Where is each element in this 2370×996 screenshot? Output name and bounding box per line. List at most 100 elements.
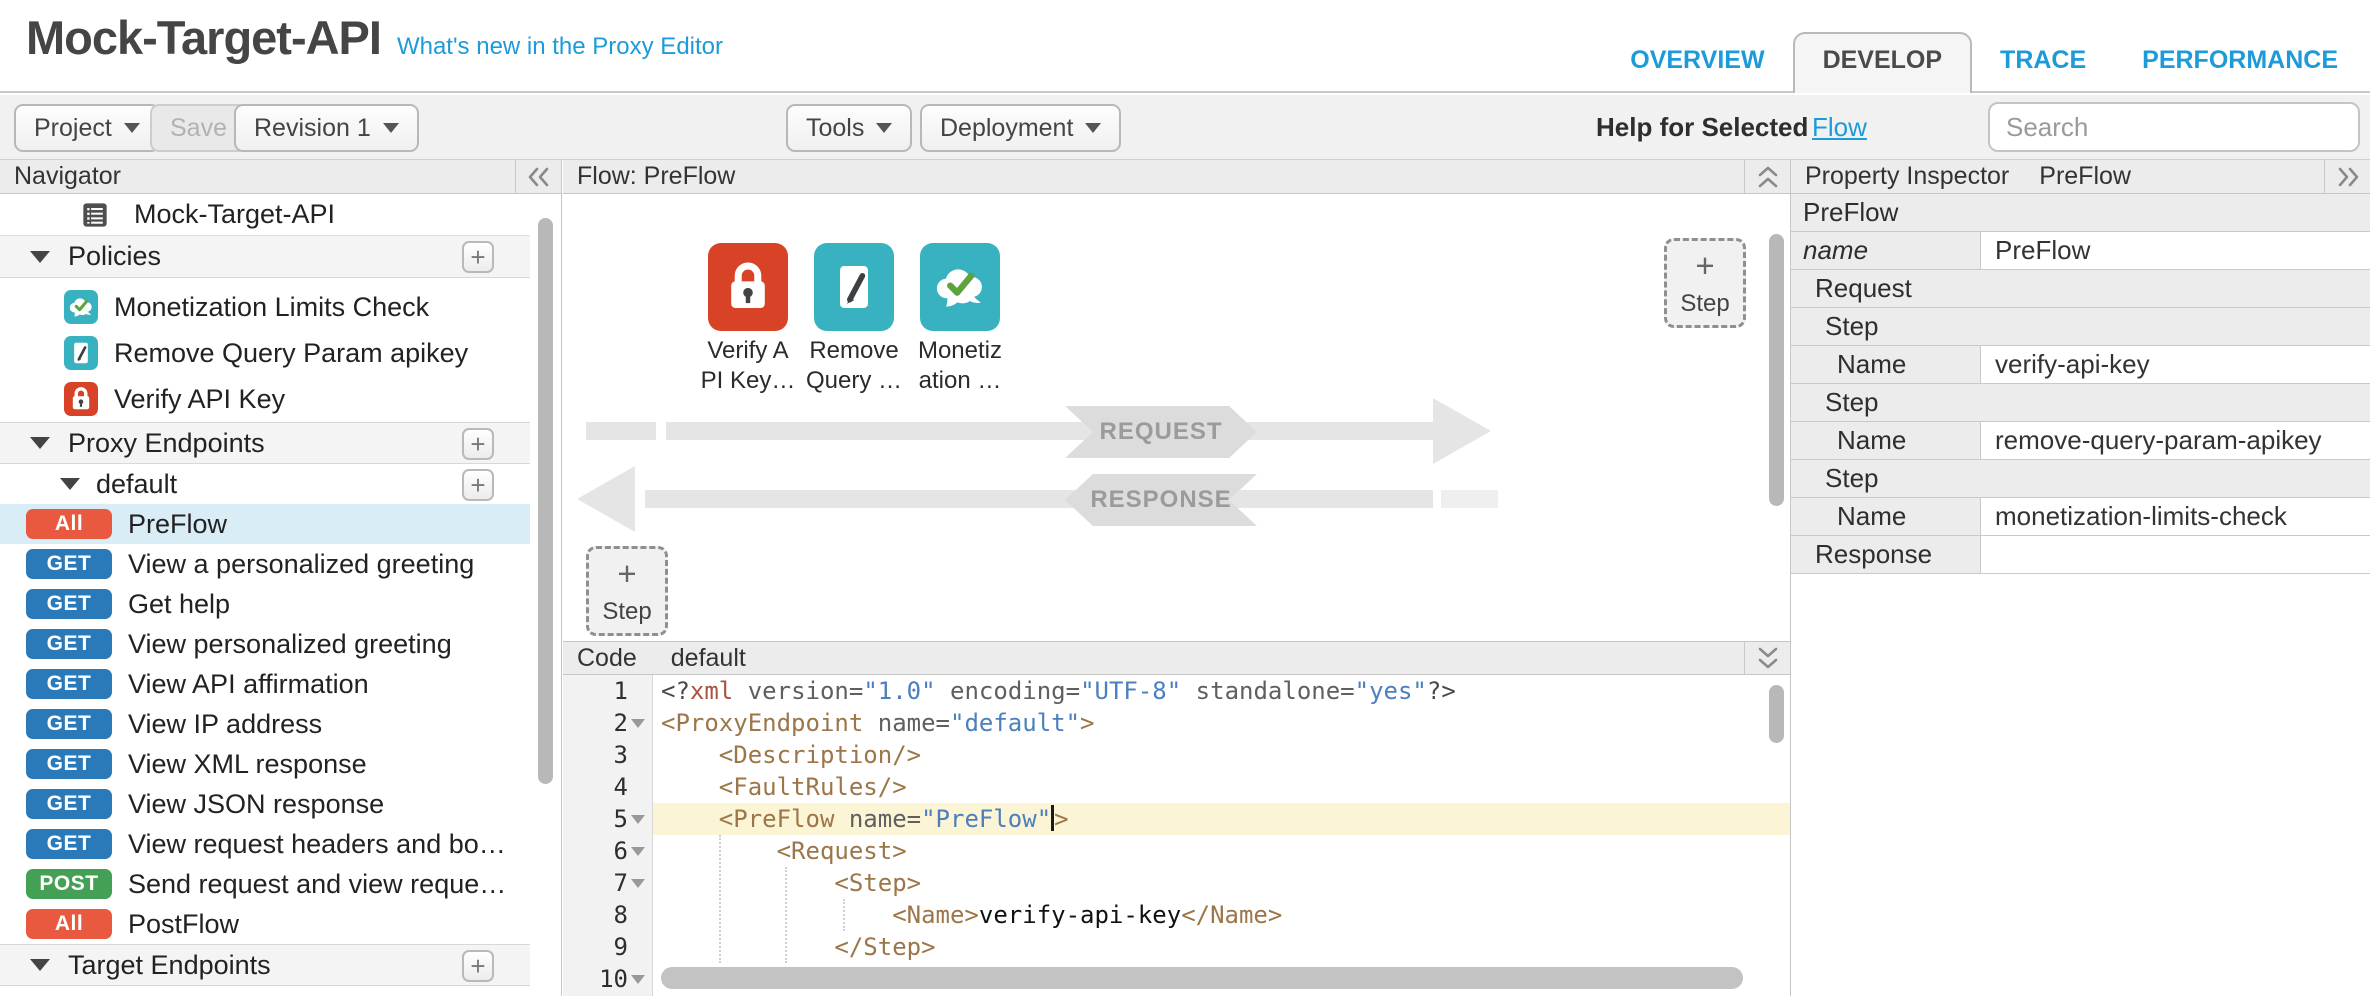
property-value[interactable]: remove-query-param-apikey [1981, 422, 2370, 459]
tools-dropdown[interactable]: Tools [786, 104, 912, 152]
request-flow-bar [586, 422, 656, 440]
tab-overview[interactable]: OVERVIEW [1602, 34, 1792, 91]
method-badge: GET [26, 669, 112, 699]
flow-help-link[interactable]: Flow [1812, 95, 1867, 160]
method-badge: POST [26, 869, 112, 899]
method-badge: GET [26, 749, 112, 779]
add-step-button-request[interactable]: + Step [1664, 238, 1746, 328]
code-line[interactable]: <?xml version="1.0" encoding="UTF-8" sta… [653, 675, 1790, 707]
flow-item[interactable]: GET View API affirmation [0, 664, 530, 704]
code-vertical-scrollbar[interactable] [1769, 685, 1784, 743]
code-line[interactable]: <FaultRules/> [653, 771, 1790, 803]
flow-policy-cloud-check-icon[interactable] [920, 243, 1000, 331]
tab-develop[interactable]: DEVELOP [1793, 32, 1972, 93]
code-content[interactable]: <?xml version="1.0" encoding="UTF-8" sta… [653, 675, 1790, 996]
add-conditional-flow-button[interactable]: + [462, 469, 494, 501]
search-input[interactable] [1988, 102, 2360, 152]
property-field-row: Name remove-query-param-apikey [1791, 422, 2370, 460]
chevron-double-right-icon [2334, 166, 2362, 188]
code-panel-title: Code [577, 644, 637, 673]
policy-item[interactable]: Verify API Key [0, 376, 530, 422]
policy-item[interactable]: Remove Query Param apikey [0, 330, 530, 376]
response-arrowhead-icon [577, 466, 635, 532]
property-section-row: PreFlow [1791, 194, 2370, 232]
main-tabs: OVERVIEW DEVELOP TRACE PERFORMANCE [1602, 32, 2366, 93]
endpoint-group-default[interactable]: default + [0, 464, 530, 504]
flow-panel-header: Flow: PreFlow [563, 160, 1790, 194]
method-badge: All [26, 909, 112, 939]
project-dropdown[interactable]: Project [14, 104, 160, 152]
code-line[interactable]: <Step> [653, 867, 1790, 899]
flow-policy-lock-icon[interactable] [708, 243, 788, 331]
navigator-tree: Mock-Target-API Policies + Monetization … [0, 194, 561, 996]
add-policy-button[interactable]: + [462, 241, 494, 273]
property-table: PreFlow name PreFlow Request Step Name v… [1791, 194, 2370, 574]
code-horizontal-scrollbar[interactable] [661, 967, 1743, 989]
tab-performance[interactable]: PERFORMANCE [2114, 34, 2366, 91]
line-number: 3 [563, 739, 652, 771]
response-flow-bar [645, 490, 1433, 508]
flow-scrollbar[interactable] [1769, 234, 1784, 506]
property-value[interactable] [1981, 536, 2370, 573]
caret-down-icon [30, 251, 50, 263]
fold-caret-icon[interactable] [631, 879, 645, 888]
code-collapse-button[interactable] [1744, 642, 1790, 674]
add-step-button-response[interactable]: + Step [586, 546, 668, 636]
tab-trace[interactable]: TRACE [1972, 34, 2114, 91]
section-policies[interactable]: Policies + [0, 236, 530, 278]
section-target-endpoints[interactable]: Target Endpoints + [0, 944, 530, 986]
code-line[interactable]: <Description/> [653, 739, 1790, 771]
code-line[interactable]: <ProxyEndpoint name="default"> [653, 707, 1790, 739]
flow-item[interactable]: GET View IP address [0, 704, 530, 744]
deployment-dropdown[interactable]: Deployment [920, 104, 1121, 152]
fold-caret-icon[interactable] [631, 719, 645, 728]
add-target-endpoint-button[interactable]: + [462, 950, 494, 982]
response-banner: RESPONSE [1065, 474, 1257, 526]
property-value[interactable]: verify-api-key [1981, 346, 2370, 383]
whats-new-link[interactable]: What's new in the Proxy Editor [397, 33, 723, 61]
code-editor[interactable]: 1 2 3 4 5 6 7 [563, 675, 1790, 996]
flow-panel-title: Flow: PreFlow [577, 162, 735, 191]
code-line[interactable]: <PreFlow name="PreFlow"> [653, 803, 1790, 835]
property-value[interactable]: monetization-limits-check [1981, 498, 2370, 535]
property-label: name [1791, 232, 1981, 269]
fold-caret-icon[interactable] [631, 815, 645, 824]
navigator-scrollbar[interactable] [538, 218, 553, 784]
property-value[interactable]: PreFlow [1981, 232, 2370, 269]
flow-collapse-button[interactable] [1744, 160, 1790, 193]
property-label: Response [1791, 536, 1981, 573]
add-proxy-endpoint-button[interactable]: + [462, 428, 494, 460]
flow-item[interactable]: GET View JSON response [0, 784, 530, 824]
code-line[interactable]: <Name>verify-api-key</Name> [653, 899, 1790, 931]
flow-item[interactable]: GET Get help [0, 584, 530, 624]
flow-policy-label: Monetization … [900, 336, 1020, 396]
navigator-collapse-button[interactable] [515, 160, 561, 193]
fold-caret-icon[interactable] [631, 847, 645, 856]
fold-caret-icon[interactable] [631, 975, 645, 984]
caret-down-icon [60, 478, 80, 490]
section-proxy-endpoints[interactable]: Proxy Endpoints + [0, 422, 530, 464]
flow-item[interactable]: All PreFlow [0, 504, 530, 544]
flow-item[interactable]: GET View a personalized greeting [0, 544, 530, 584]
flow-and-code-column: Flow: PreFlow Verify API Key…RemoveQuery… [563, 160, 1790, 996]
flow-item[interactable]: POST Send request and view reque… [0, 864, 530, 904]
save-button[interactable]: Save [150, 104, 247, 152]
property-inspector-title: Property Inspector [1805, 162, 2009, 191]
flow-item[interactable]: All PostFlow [0, 904, 530, 944]
method-badge: All [26, 509, 112, 539]
indent-guide [719, 835, 721, 963]
inspector-collapse-button[interactable] [2324, 160, 2370, 193]
flow-policy-pencil-icon[interactable] [814, 243, 894, 331]
flow-policy-label: Verify API Key… [688, 336, 808, 396]
policy-item[interactable]: Monetization Limits Check [0, 284, 530, 330]
flow-item[interactable]: GET View request headers and bo… [0, 824, 530, 864]
indent-guide [785, 867, 787, 963]
revision-dropdown[interactable]: Revision 1 [234, 104, 419, 152]
flow-item[interactable]: GET View personalized greeting [0, 624, 530, 664]
flow-item[interactable]: GET View XML response [0, 744, 530, 784]
code-line[interactable]: </Step> [653, 931, 1790, 963]
code-line[interactable]: <Request> [653, 835, 1790, 867]
caret-down-icon [30, 959, 50, 971]
navigator-item-root[interactable]: Mock-Target-API [0, 194, 530, 236]
line-number: 10 [563, 963, 652, 995]
